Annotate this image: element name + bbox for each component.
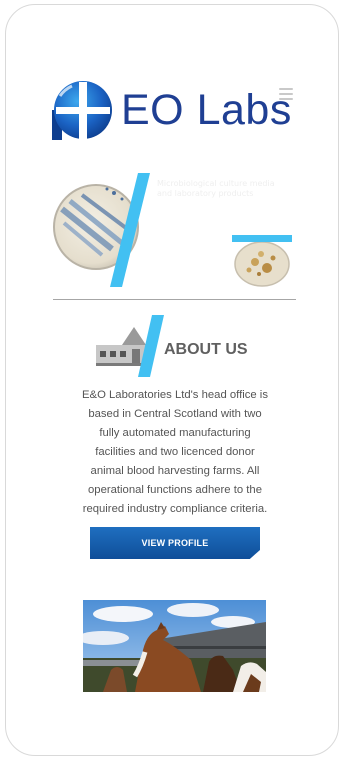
banner-caption: Microbiological culture media and labora… [157,179,275,198]
banner-accent-bar [232,235,292,242]
view-profile-button[interactable]: VIEW PROFILE [90,527,260,559]
about-text-line: required industry compliance criteria. [82,503,268,515]
about-us-title: ABOUT US [164,341,248,358]
globe-logo-icon [52,81,112,140]
about-text-line: facilities and two licenced donor [95,446,255,458]
petri-dish-image [53,173,150,287]
hero-banner: Microbiological culture media and labora… [52,171,296,289]
site-logo[interactable]: EO Labs [52,80,291,142]
logo-wordmark: EO Labs [121,86,292,134]
section-divider [53,299,296,300]
horses-farm-image [83,600,266,692]
about-text-line: based in Central Scotland with two [88,408,262,420]
about-text-line: fully automated manufacturing [99,427,251,439]
culture-dish-image [234,242,290,287]
about-text-line: animal blood harvesting farms. All [90,465,260,477]
about-us-description: E&O Laboratories Ltd's head office is ba… [72,386,278,519]
about-text-line: operational functions adhere to the [88,484,262,496]
about-text-line: E&O Laboratories Ltd's head office is [82,389,268,401]
about-us-heading: ABOUT US [94,315,248,377]
farm-building-icon [94,315,164,377]
